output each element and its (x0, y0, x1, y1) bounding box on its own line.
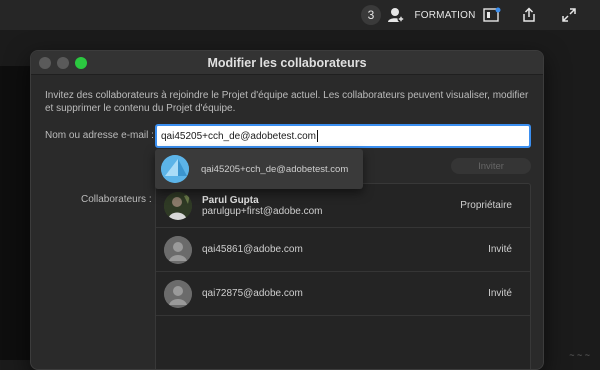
invite-button[interactable]: Inviter (451, 158, 531, 174)
suggestion-avatar (161, 155, 189, 183)
email-input-value: qai45205+cch_de@adobetest.com (161, 131, 316, 142)
intro-text: Invitez des collaborateurs à rejoindre l… (45, 89, 535, 115)
dialog-titlebar: Modifier les collaborateurs (31, 51, 543, 75)
collaborator-email: qai72875@adobe.com (202, 288, 488, 299)
collaborator-row[interactable]: qai45861@adobe.com Invité (156, 228, 530, 272)
collaborators-label: Collaborateurs : (81, 194, 152, 205)
collaborator-row[interactable]: qai72875@adobe.com Invité (156, 272, 530, 316)
collaborator-name: Parul Gupta (202, 195, 460, 206)
collaborators-list[interactable]: Parul Gupta parulgup+first@adobe.com Pro… (155, 183, 531, 370)
collaborator-role: Invité (488, 244, 512, 255)
left-panel (0, 66, 30, 360)
share-icon[interactable] (518, 0, 540, 30)
add-collaborator-icon[interactable] (385, 0, 407, 30)
collaborator-role: Propriétaire (460, 200, 512, 211)
background-text: ~ ~ ~ (569, 350, 590, 360)
workspace-label[interactable]: FORMATION (415, 0, 475, 30)
email-suggestion[interactable]: qai45205+cch_de@adobetest.com (155, 149, 363, 189)
email-label: Nom ou adresse e-mail : (45, 130, 154, 141)
top-toolbar: 3 FORMATION (0, 0, 600, 30)
fullscreen-icon[interactable] (558, 0, 580, 30)
edit-collaborators-dialog: Modifier les collaborateurs Invitez des … (30, 50, 544, 370)
avatar (164, 192, 192, 220)
collaborator-role: Invité (488, 288, 512, 299)
default-avatar-icon (164, 280, 192, 308)
text-caret (317, 130, 318, 142)
collaborator-count-badge[interactable]: 3 (360, 0, 382, 30)
email-input[interactable]: qai45205+cch_de@adobetest.com (155, 124, 531, 148)
collaborator-count: 3 (361, 5, 381, 25)
suggestion-email: qai45205+cch_de@adobetest.com (201, 164, 348, 175)
collaborator-email: parulgup+first@adobe.com (202, 206, 460, 217)
default-avatar-icon (164, 236, 192, 264)
dialog-title: Modifier les collaborateurs (31, 51, 543, 75)
notification-icon[interactable] (482, 0, 502, 30)
collaborator-email: qai45861@adobe.com (202, 244, 488, 255)
collaborator-row[interactable]: Parul Gupta parulgup+first@adobe.com Pro… (156, 184, 530, 228)
